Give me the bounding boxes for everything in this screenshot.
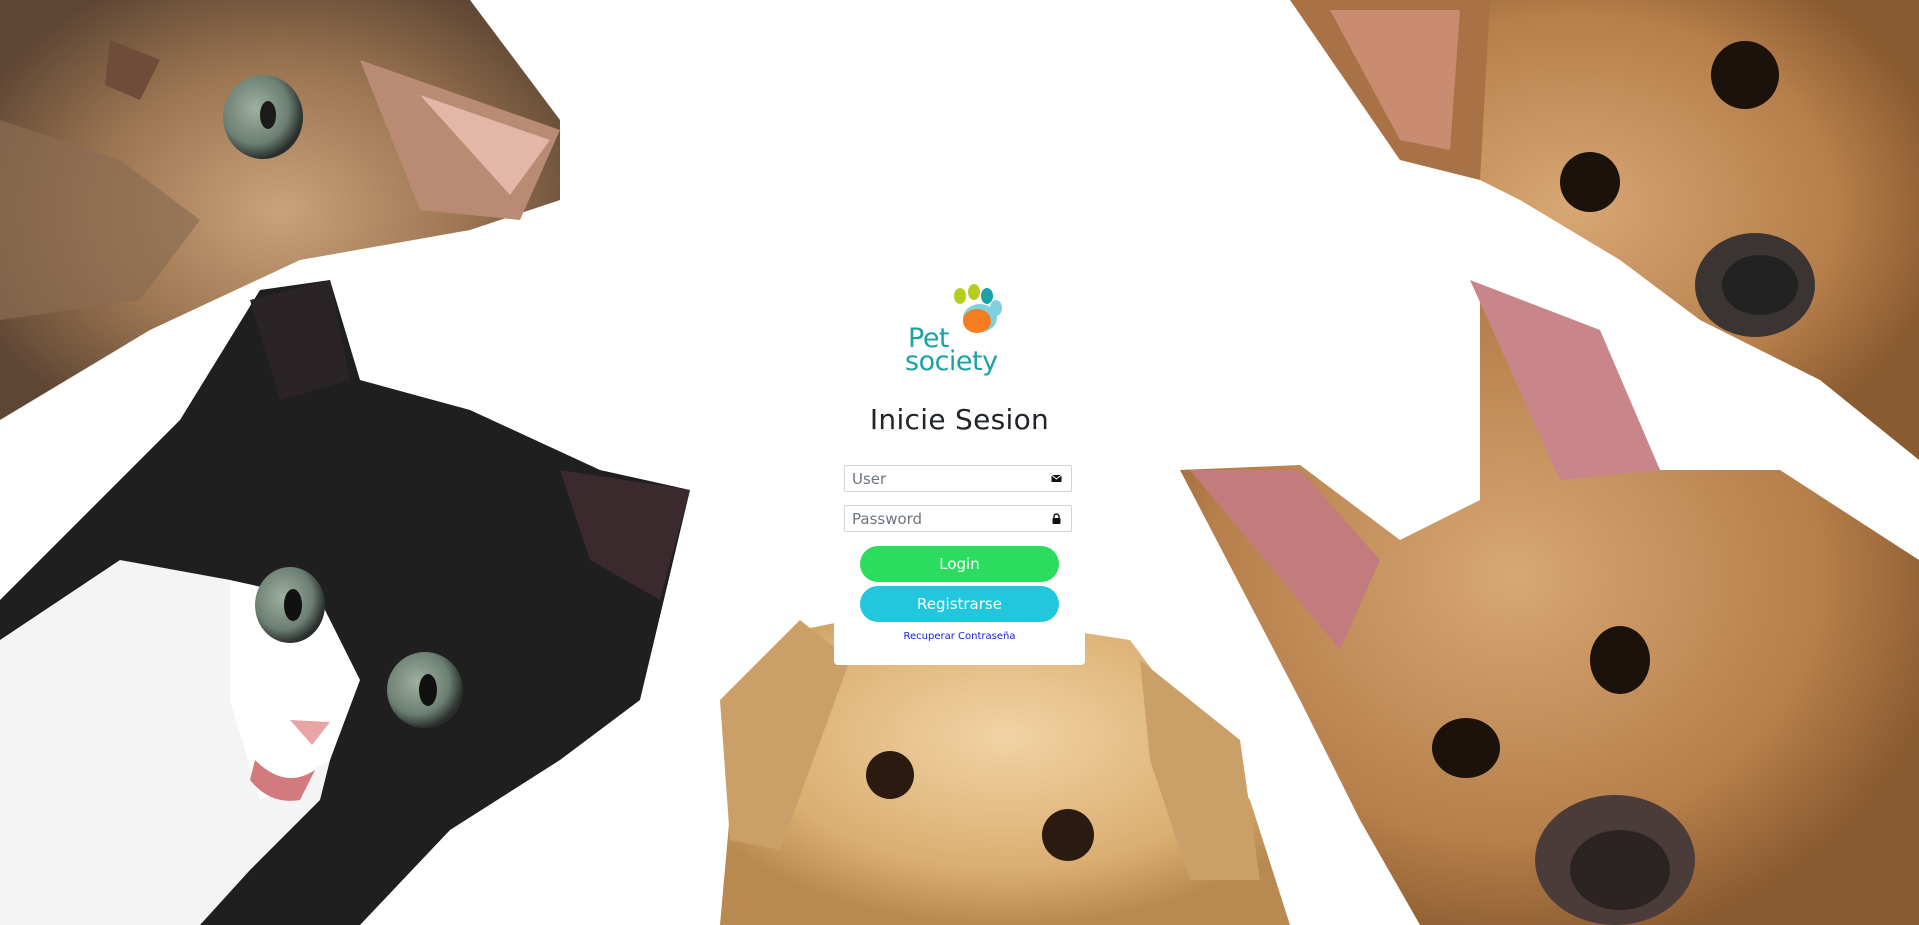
password-input[interactable] <box>845 506 1052 531</box>
logo-text-society: society <box>905 346 998 377</box>
register-button[interactable]: Registrarse <box>860 586 1059 622</box>
login-button[interactable]: Login <box>860 546 1059 582</box>
bottom-right-dog-image <box>1180 280 1919 925</box>
lock-icon <box>1052 513 1061 524</box>
black-white-kitten-image <box>0 280 690 925</box>
login-title: Inicie Sesion <box>869 403 1050 436</box>
user-input[interactable] <box>845 466 1052 491</box>
password-field[interactable] <box>844 505 1072 532</box>
pet-society-logo: Pet society <box>904 281 1024 376</box>
recover-password-link[interactable]: Recuperar Contraseña <box>834 631 1085 642</box>
user-field[interactable] <box>844 465 1072 492</box>
login-card: Pet society Inicie Sesion Login Registra… <box>834 270 1085 665</box>
envelope-icon <box>1051 474 1062 482</box>
login-page: Pet society Inicie Sesion Login Registra… <box>0 0 1919 925</box>
